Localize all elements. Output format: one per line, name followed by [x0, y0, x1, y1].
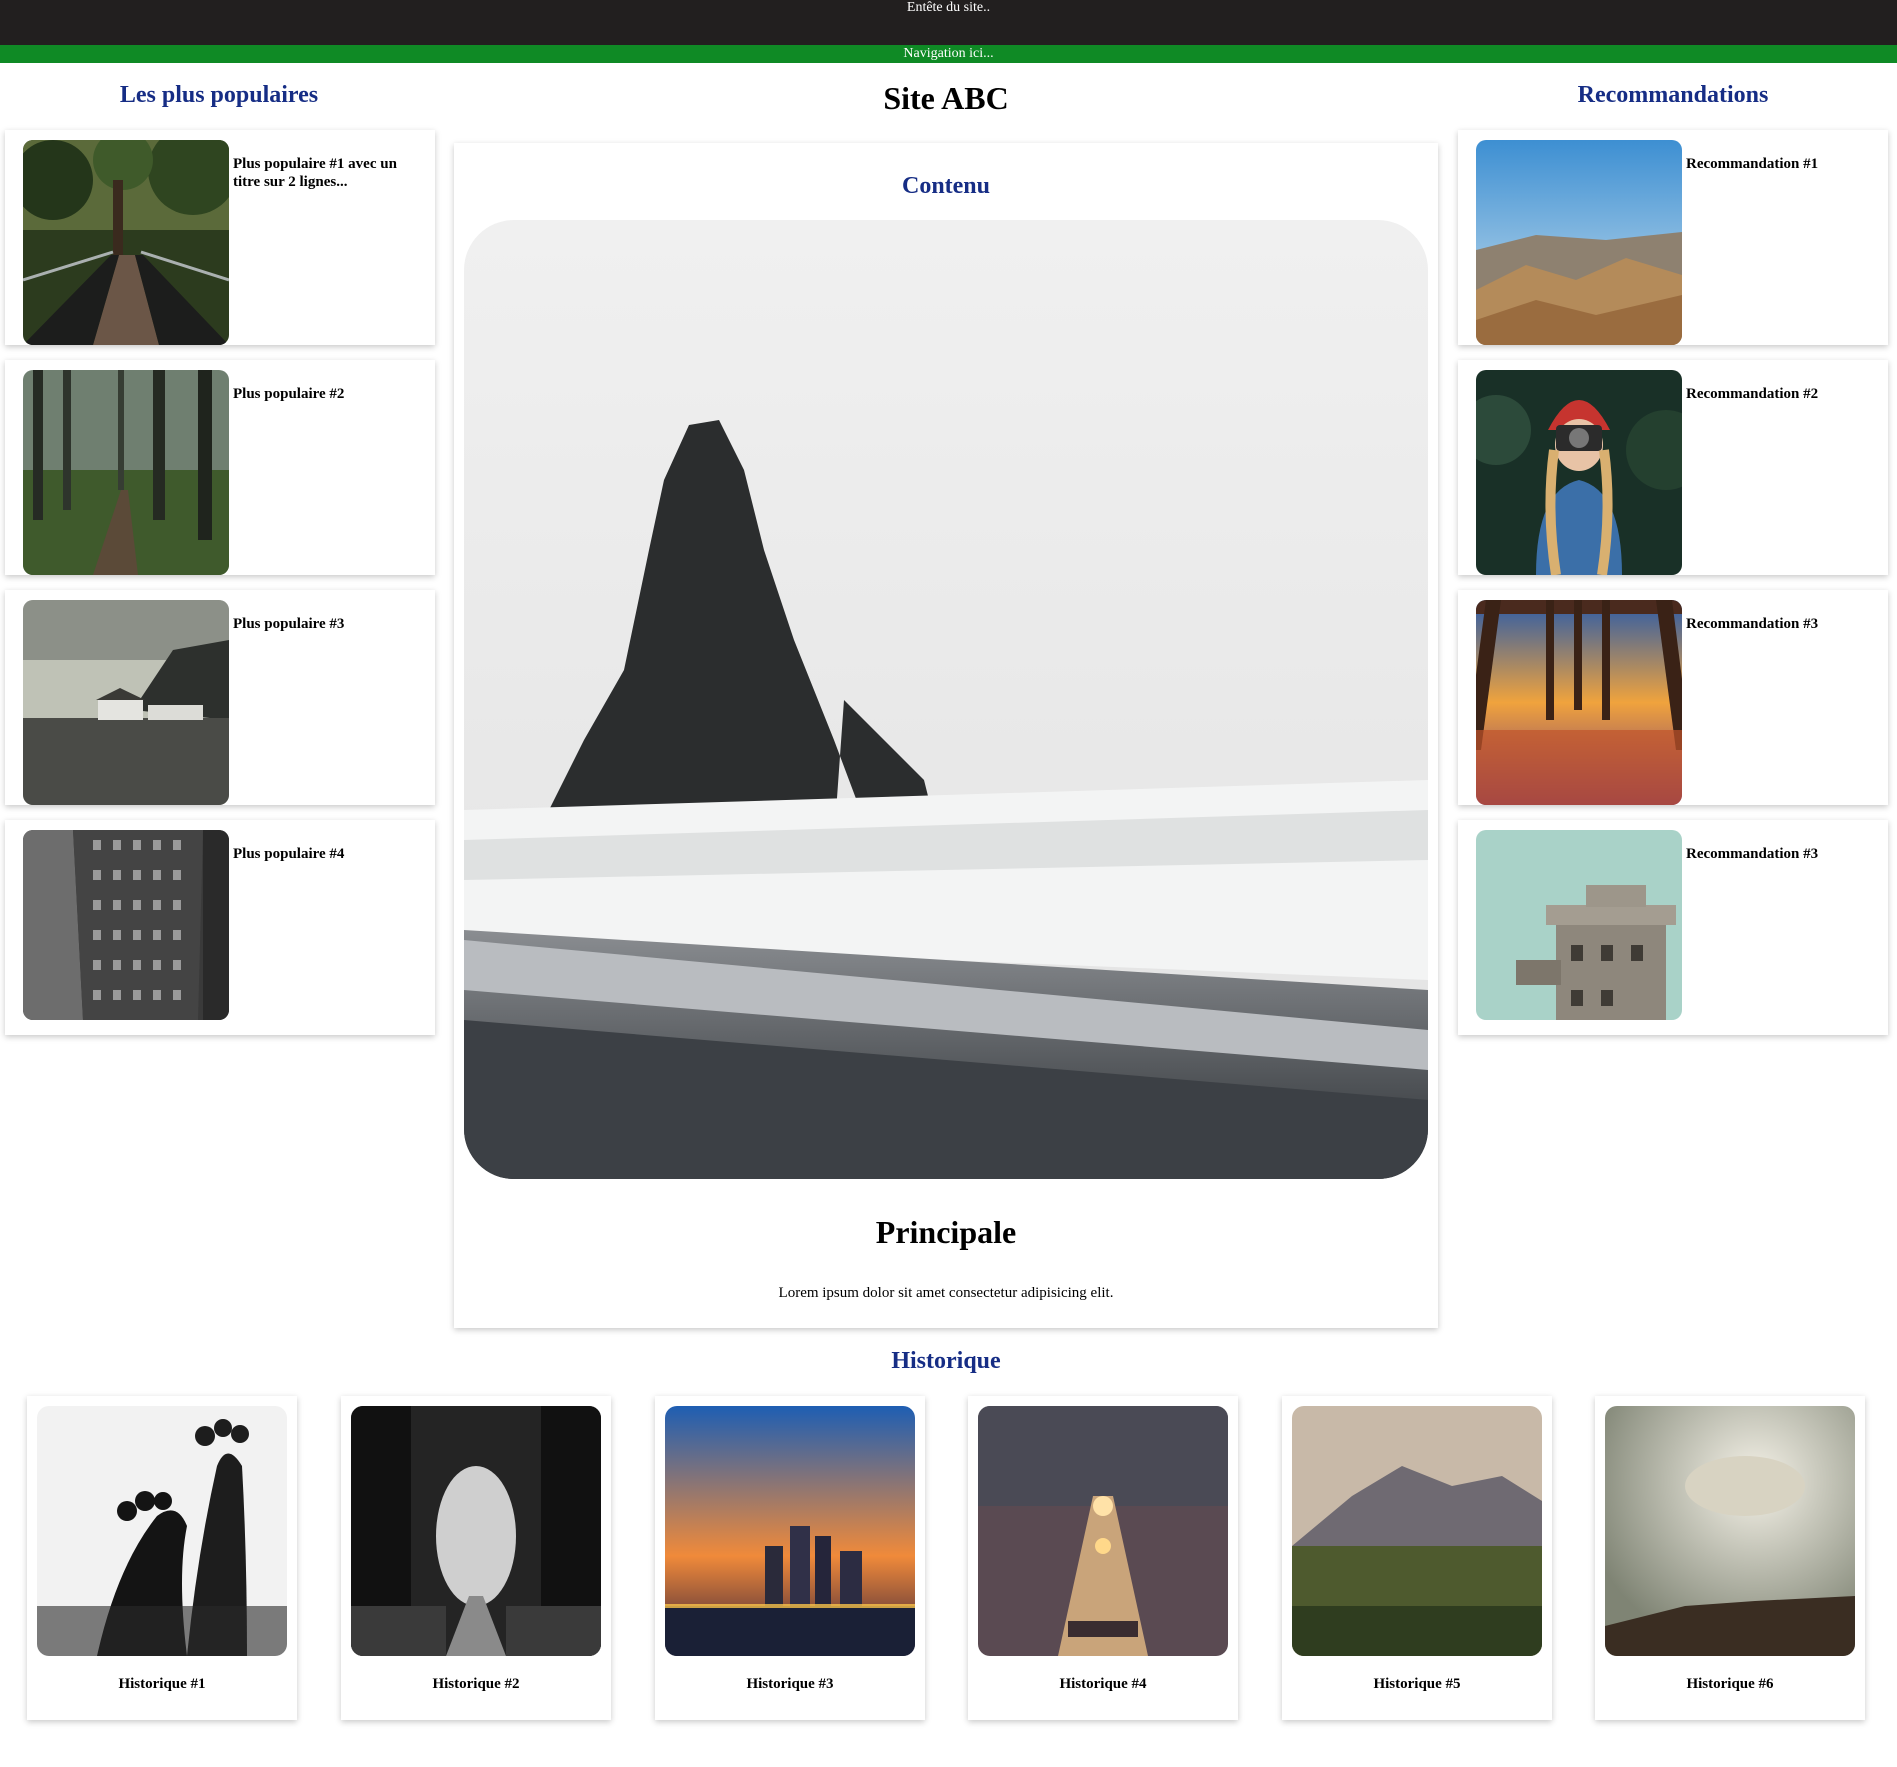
recommendation-card-4[interactable]: Recommandation #3: [1458, 820, 1888, 1035]
sun-clouds-image[interactable]: [1605, 1406, 1855, 1656]
history-card-1[interactable]: Historique #1: [27, 1396, 297, 1720]
sea-stack-beach-image[interactable]: [464, 220, 1428, 1179]
main-content-card: Contenu Principale Lorem ipsum dolor sit…: [454, 143, 1438, 1328]
bunker-tower-image[interactable]: [1476, 830, 1682, 1020]
recommendation-card-1[interactable]: Recommandation #1: [1458, 130, 1888, 345]
right-column-title: Recommandations: [1577, 82, 1769, 108]
pier-sunset-image[interactable]: [1476, 600, 1682, 805]
main-title: Principale: [875, 1214, 1017, 1250]
popular-card-4[interactable]: Plus populaire #4: [5, 820, 435, 1035]
history-card-2[interactable]: Historique #2: [341, 1396, 611, 1720]
history-title: Historique: [891, 1348, 1001, 1374]
recommendation-label-3[interactable]: Recommandation #3: [1686, 615, 1876, 633]
history-card-5[interactable]: Historique #5: [1282, 1396, 1552, 1720]
forest-bridge-image[interactable]: [23, 140, 229, 345]
history-card-6[interactable]: Historique #6: [1595, 1396, 1865, 1720]
navigation-bar[interactable]: Navigation ici...: [0, 45, 1897, 63]
popular-label-4[interactable]: Plus populaire #4: [233, 845, 423, 863]
recommendation-card-3[interactable]: Recommandation #3: [1458, 590, 1888, 805]
coastal-cottage-image[interactable]: [23, 600, 229, 805]
history-label-5[interactable]: Historique #5: [1282, 1676, 1552, 1693]
popular-label-3[interactable]: Plus populaire #3: [233, 615, 423, 633]
history-card-4[interactable]: Historique #4: [968, 1396, 1238, 1720]
tree-tunnel-image[interactable]: [351, 1406, 601, 1656]
site-header-text: Entête du site..: [906, 0, 991, 15]
forest-path-image[interactable]: [23, 370, 229, 575]
desert-hills-image[interactable]: [1476, 140, 1682, 345]
navigation-text: Navigation ici...: [903, 46, 994, 61]
site-header: Entête du site..: [0, 0, 1897, 45]
photographer-image[interactable]: [1476, 370, 1682, 575]
history-label-1[interactable]: Historique #1: [27, 1676, 297, 1693]
popular-label-1[interactable]: Plus populaire #1 avec un titre sur 2 li…: [233, 155, 423, 191]
recommendation-card-2[interactable]: Recommandation #2: [1458, 360, 1888, 575]
feet-silhouette-image[interactable]: [37, 1406, 287, 1656]
recommendation-label-4[interactable]: Recommandation #3: [1686, 845, 1876, 863]
recommendation-label-1[interactable]: Recommandation #1: [1686, 155, 1876, 173]
popular-card-1[interactable]: Plus populaire #1 avec un titre sur 2 li…: [5, 130, 435, 345]
tall-building-image[interactable]: [23, 830, 229, 1020]
history-label-6[interactable]: Historique #6: [1595, 1676, 1865, 1693]
left-column-title: Les plus populaires: [119, 82, 319, 108]
history-card-3[interactable]: Historique #3: [655, 1396, 925, 1720]
popular-card-3[interactable]: Plus populaire #3: [5, 590, 435, 805]
content-heading: Contenu: [901, 173, 991, 199]
history-label-4[interactable]: Historique #4: [968, 1676, 1238, 1693]
history-label-2[interactable]: Historique #2: [341, 1676, 611, 1693]
site-title: Site ABC: [883, 80, 1009, 116]
recommendation-label-2[interactable]: Recommandation #2: [1686, 385, 1876, 403]
popular-label-2[interactable]: Plus populaire #2: [233, 385, 423, 403]
main-body-text: Lorem ipsum dolor sit amet consectetur a…: [778, 1285, 1114, 1301]
city-dusk-image[interactable]: [665, 1406, 915, 1656]
history-label-3[interactable]: Historique #3: [655, 1676, 925, 1693]
foggy-rail-image[interactable]: [978, 1406, 1228, 1656]
popular-card-2[interactable]: Plus populaire #2: [5, 360, 435, 575]
mountain-valley-image[interactable]: [1292, 1406, 1542, 1656]
